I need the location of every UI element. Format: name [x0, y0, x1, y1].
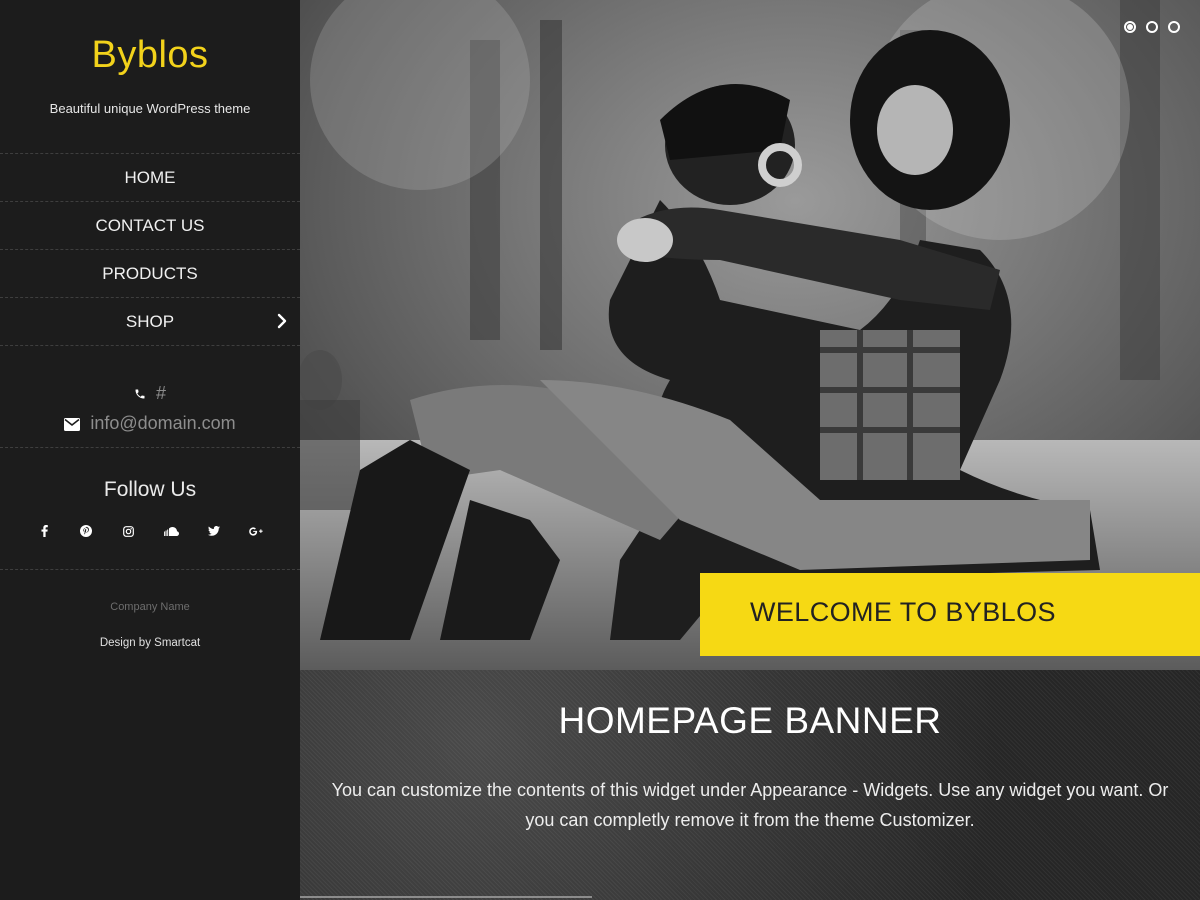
company-name: Company Name	[110, 601, 190, 613]
divider	[0, 447, 300, 448]
design-credit[interactable]: Design by Smartcat	[0, 637, 300, 649]
google-plus-icon[interactable]	[246, 521, 266, 541]
slide-caption-text: WELCOME TO BYBLOS	[750, 597, 1056, 627]
phone-icon	[135, 389, 145, 399]
instagram-icon[interactable]	[119, 521, 139, 541]
email-row: info@domain.com	[0, 408, 300, 438]
nav-item-home[interactable]: HOME	[0, 153, 300, 201]
envelope-icon	[64, 417, 81, 431]
soundcloud-icon[interactable]	[161, 521, 181, 541]
phone-number[interactable]: #	[156, 383, 166, 403]
divider	[0, 569, 300, 570]
banner-progress-bar	[300, 896, 592, 898]
nav-item-contact-us[interactable]: CONTACT US	[0, 201, 300, 249]
banner-text: You can customize the contents of this w…	[331, 780, 1169, 830]
facebook-icon[interactable]	[34, 521, 54, 541]
twitter-icon[interactable]	[204, 521, 224, 541]
hero-photo	[300, 0, 1200, 670]
main-navigation: HOME CONTACT US PRODUCTS SHOP	[0, 153, 300, 346]
pinterest-icon[interactable]	[76, 521, 96, 541]
slider-dot-3[interactable]	[1168, 21, 1180, 33]
phone-row: #	[0, 378, 300, 408]
slider-dot-1[interactable]	[1124, 21, 1136, 33]
nav-item-shop[interactable]: SHOP	[0, 297, 300, 346]
nav-item-label: CONTACT US	[95, 216, 205, 235]
slider-pagination	[1124, 21, 1180, 33]
sidebar: Byblos Beautiful unique WordPress theme …	[0, 0, 300, 900]
site-tagline: Beautiful unique WordPress theme	[49, 101, 251, 116]
nav-item-products[interactable]: PRODUCTS	[0, 249, 300, 297]
nav-item-label: HOME	[124, 168, 176, 187]
banner-title: HOMEPAGE BANNER	[558, 700, 942, 741]
hero-slider: WELCOME TO BYBLOS	[300, 0, 1200, 670]
contact-info: # info@domain.com	[0, 378, 300, 438]
chevron-right-icon[interactable]	[274, 313, 290, 329]
nav-item-label: SHOP	[125, 312, 175, 331]
slide-caption[interactable]: WELCOME TO BYBLOS	[700, 573, 1200, 656]
follow-us-heading: Follow Us	[103, 478, 197, 501]
site-title[interactable]: Byblos	[0, 34, 300, 77]
nav-item-label: PRODUCTS	[102, 264, 198, 283]
slider-dot-2[interactable]	[1146, 21, 1158, 33]
homepage-banner: HOMEPAGE BANNER You can customize the co…	[300, 670, 1200, 900]
social-links	[34, 521, 266, 541]
email-address[interactable]: info@domain.com	[90, 413, 235, 433]
